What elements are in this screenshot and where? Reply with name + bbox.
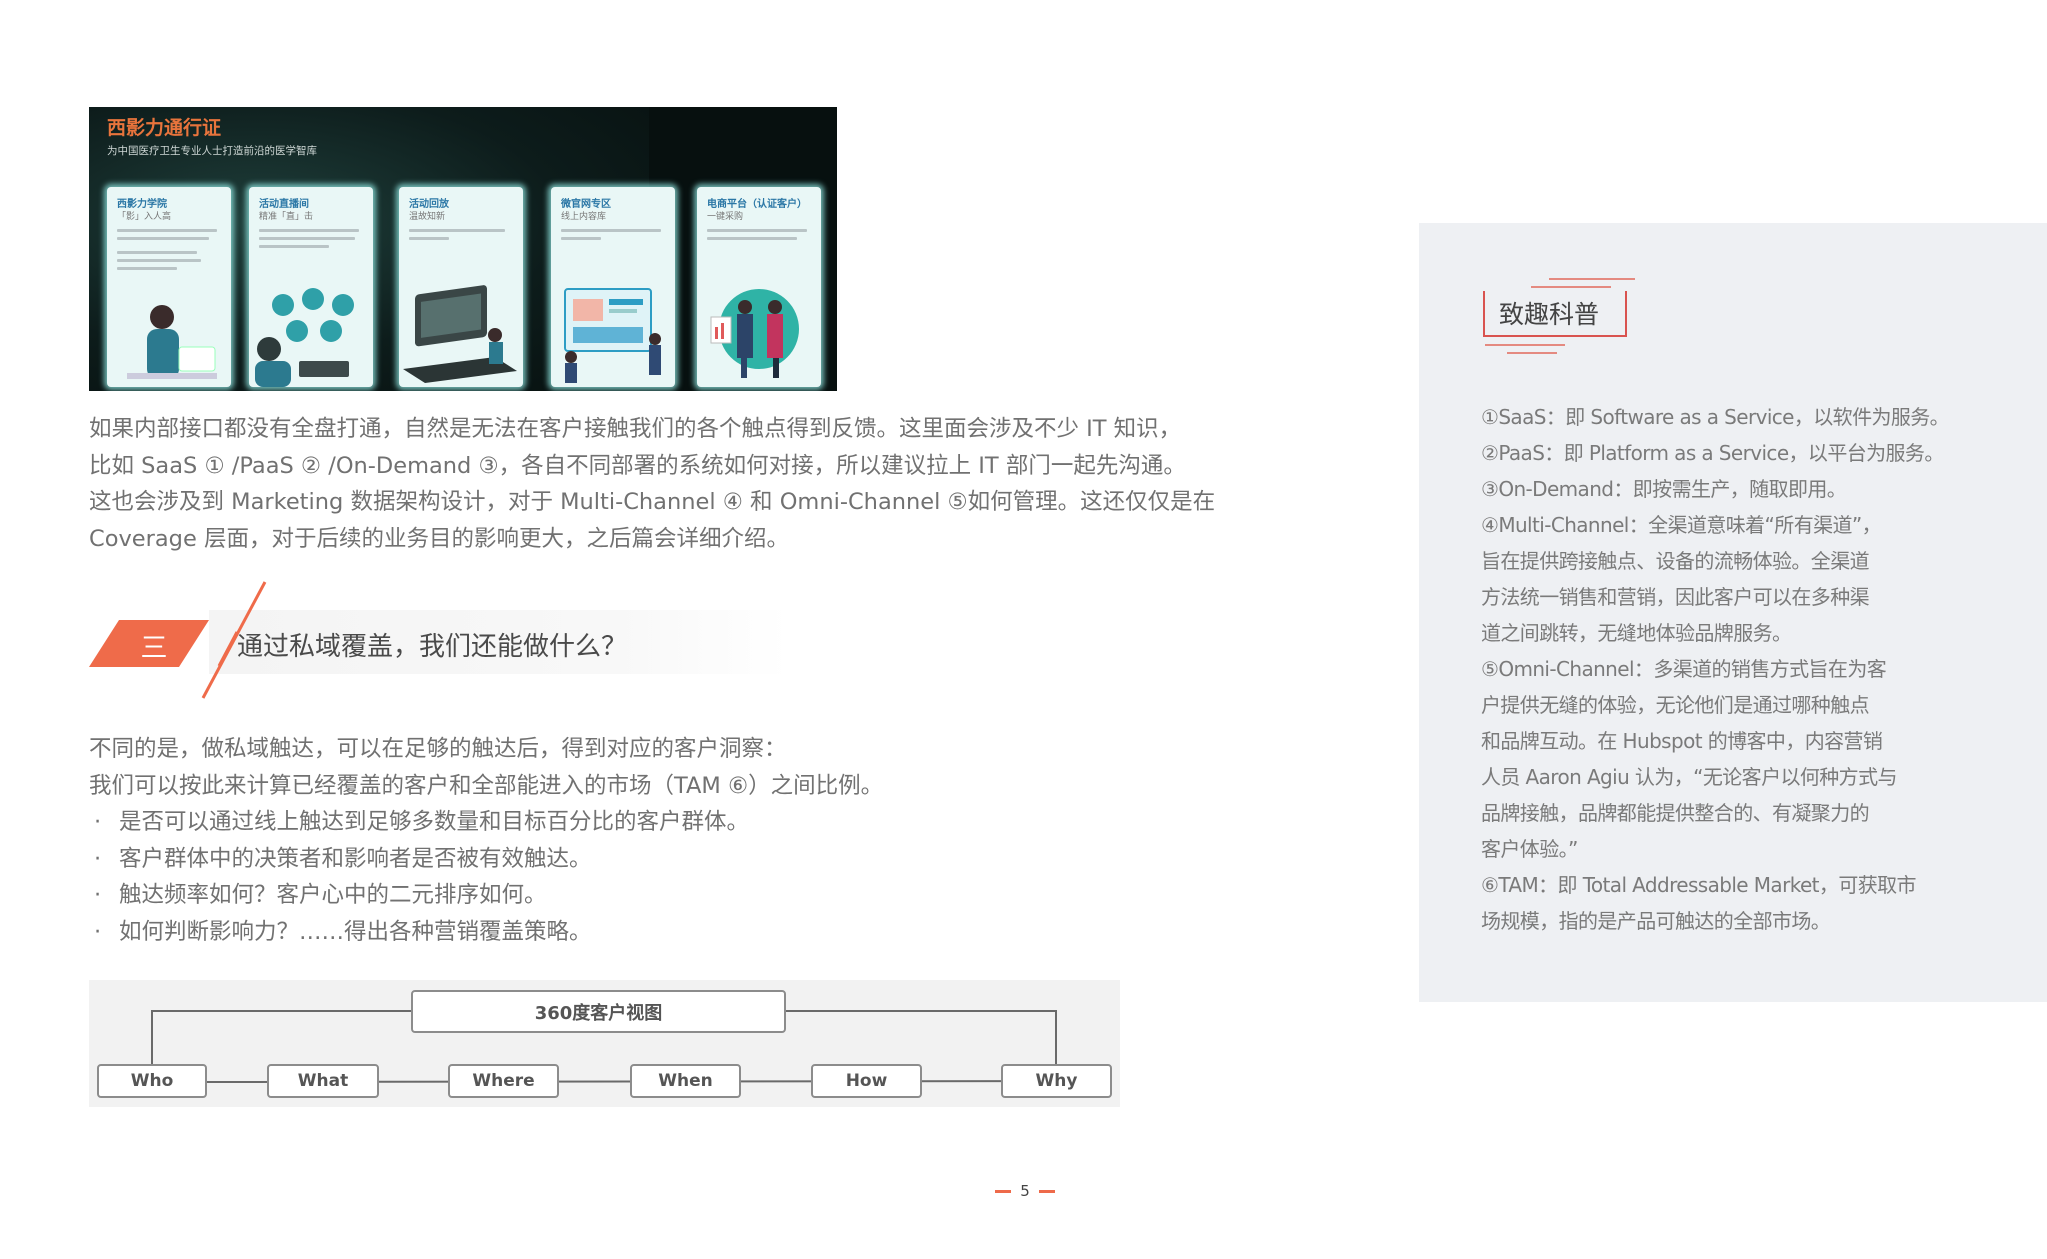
paragraph-line: 这也会涉及到 Marketing 数据架构设计，对于 Multi-Channel… — [89, 489, 1216, 515]
card-subtitle: 温故知新 — [409, 212, 446, 222]
dash-decoration — [995, 1189, 1012, 1193]
section-number: 三 — [140, 633, 168, 664]
banner-title: 西影力通行证 — [107, 117, 222, 139]
glossary-notes: ①SaaS：即 Software as a Service，以软件为服务。 ②P… — [1481, 399, 1961, 939]
glossary-line: 方法统一销售和营销，因此客户可以在多种渠 — [1481, 585, 1870, 609]
glossary-line: 道之间跳转，无缝地体验品牌服务。 — [1481, 621, 1792, 645]
banner-card-live: 活动直播间 精准「直」击 — [249, 187, 373, 387]
banner-subtitle: 为中国医疗卫生专业人士打造前沿的医学智库 — [107, 145, 317, 157]
bullet-icon: · — [94, 918, 102, 945]
title-decoration-line — [1531, 286, 1611, 288]
card-title: 活动回放 — [409, 199, 449, 210]
handshake-illustration — [710, 289, 799, 378]
banner-card-replay: 活动回放 温故知新 — [399, 187, 523, 387]
list-item-text: 是否可以通过线上触达到足够多数量和目标百分比的客户群体。 — [119, 809, 750, 835]
diagram-node-where: Where — [448, 1064, 559, 1098]
glossary-line: 场规模，指的是产品可触达的全部市场。 — [1481, 909, 1831, 933]
glossary-line: 和品牌互动。在 Hubspot 的博客中，内容营销 — [1481, 729, 1883, 753]
card-title: 微官网专区 — [561, 199, 611, 210]
card-subtitle: 线上内容库 — [561, 212, 607, 222]
glossary-line: 客户体验。” — [1481, 837, 1578, 861]
title-decoration-line — [1507, 352, 1557, 354]
list-item: · 客户群体中的决策者和影响者是否被有效触达。 — [89, 841, 1089, 878]
body-paragraph: 如果内部接口都没有全盘打通，自然是无法在客户接触我们的各个触点得到反馈。这里面会… — [89, 411, 1339, 557]
glossary-line: 户提供无缝的体验，无论他们是通过哪种触点 — [1481, 693, 1870, 717]
customer-view-diagram: 360度客户视图 Who What Where When How Why — [89, 980, 1120, 1107]
list-item: · 触达频率如何？客户心中的二元排序如何。 — [89, 877, 1089, 914]
page-number-value: 5 — [1020, 1182, 1030, 1200]
paragraph-line: 比如 SaaS ① /PaaS ② /On-Demand ③，各自不同部署的系统… — [89, 452, 1186, 479]
title-decoration-line — [1549, 278, 1635, 280]
title-decoration-line — [1485, 344, 1565, 346]
paragraph-line: Coverage 层面，对于后续的业务目的影响更大，之后篇会详细介绍。 — [89, 525, 789, 552]
sidebar-title: 致趣科普 — [1499, 300, 1600, 329]
bullet-icon: · — [94, 809, 102, 835]
banner-image: 西影力通行证 为中国医疗卫生专业人士打造前沿的医学智库 西影力学院 「影」入人高… — [89, 107, 837, 391]
card-subtitle: 「影」入人高 — [117, 212, 172, 222]
glossary-line: ③On-Demand：即按需生产，随取即用。 — [1481, 477, 1847, 501]
section-title: 通过私域覆盖，我们还能做什么？ — [237, 632, 628, 662]
list-item-text: 触达频率如何？客户心中的二元排序如何。 — [119, 882, 547, 908]
glossary-line: 旨在提供跨接触点、设备的流畅体验。全渠道 — [1481, 549, 1870, 573]
card-subtitle: 一键采购 — [707, 212, 744, 222]
card-title: 活动直播间 — [259, 199, 309, 210]
glossary-line: ②PaaS：即 Platform as a Service，以平台为服务。 — [1481, 441, 1944, 465]
paragraph-line: 如果内部接口都没有全盘打通，自然是无法在客户接触我们的各个触点得到反馈。这里面会… — [89, 416, 1182, 442]
list-intro-line: 我们可以按此来计算已经覆盖的客户和全部能进入的市场（TAM ⑥）之间比例。 — [89, 772, 884, 799]
glossary-sidebar: 致趣科普 ①SaaS：即 Software as a Service，以软件为服… — [1419, 223, 2047, 1002]
diagram-root-node: 360度客户视图 — [411, 990, 786, 1033]
list-item-text: 客户群体中的决策者和影响者是否被有效触达。 — [119, 845, 592, 872]
website-illustration — [564, 288, 661, 383]
diagram-node-when: When — [630, 1064, 741, 1098]
card-title: 西影力学院 — [117, 199, 167, 210]
card-title: 电商平台（认证客户） — [707, 199, 807, 210]
diagram-node-why: Why — [1001, 1064, 1112, 1098]
bullet-icon: · — [94, 882, 102, 908]
insight-list: 不同的是，做私域触达，可以在足够的触达后，得到对应的客户洞察： 我们可以按此来计… — [89, 731, 1089, 950]
list-intro-line: 不同的是，做私域触达，可以在足够的触达后，得到对应的客户洞察： — [89, 736, 787, 762]
video-call-illustration — [255, 288, 354, 387]
glossary-line: ⑤Omni-Channel：多渠道的销售方式旨在为客 — [1481, 657, 1887, 681]
banner-card-ecommerce: 电商平台（认证客户） 一键采购 — [697, 187, 821, 387]
laptop-illustration — [403, 285, 517, 383]
diagram-node-what: What — [267, 1064, 379, 1098]
diagram-node-who: Who — [97, 1064, 207, 1098]
section-header: 三 通过私域覆盖，我们还能做什么？ — [89, 580, 789, 700]
card-subtitle: 精准「直」击 — [259, 212, 314, 222]
glossary-line: ④Multi-Channel：全渠道意味着“所有渠道”， — [1481, 513, 1882, 537]
glossary-line: 人员 Aaron Agiu 认为，“无论客户以何种方式与 — [1481, 765, 1897, 789]
glossary-line: ⑥TAM：即 Total Addressable Market，可获取市 — [1481, 873, 1917, 897]
banner-card-microsite: 微官网专区 线上内容库 — [551, 187, 675, 387]
glossary-line: 品牌接触，品牌都能提供整合的、有凝聚力的 — [1481, 801, 1870, 825]
bullet-icon: · — [94, 845, 102, 872]
diagram-node-how: How — [811, 1064, 922, 1098]
dash-decoration — [1038, 1189, 1055, 1193]
list-item-text: 如何判断影响力？……得出各种营销覆盖策略。 — [119, 918, 592, 945]
glossary-line: ①SaaS：即 Software as a Service，以软件为服务。 — [1481, 405, 1950, 429]
list-item: · 如何判断影响力？……得出各种营销覆盖策略。 — [89, 914, 1089, 951]
teacher-illustration — [127, 305, 217, 379]
banner-card-academy: 西影力学院 「影」入人高 — [107, 187, 231, 387]
page-number: 5 — [990, 1182, 1060, 1200]
list-item: · 是否可以通过线上触达到足够多数量和目标百分比的客户群体。 — [89, 804, 1089, 841]
